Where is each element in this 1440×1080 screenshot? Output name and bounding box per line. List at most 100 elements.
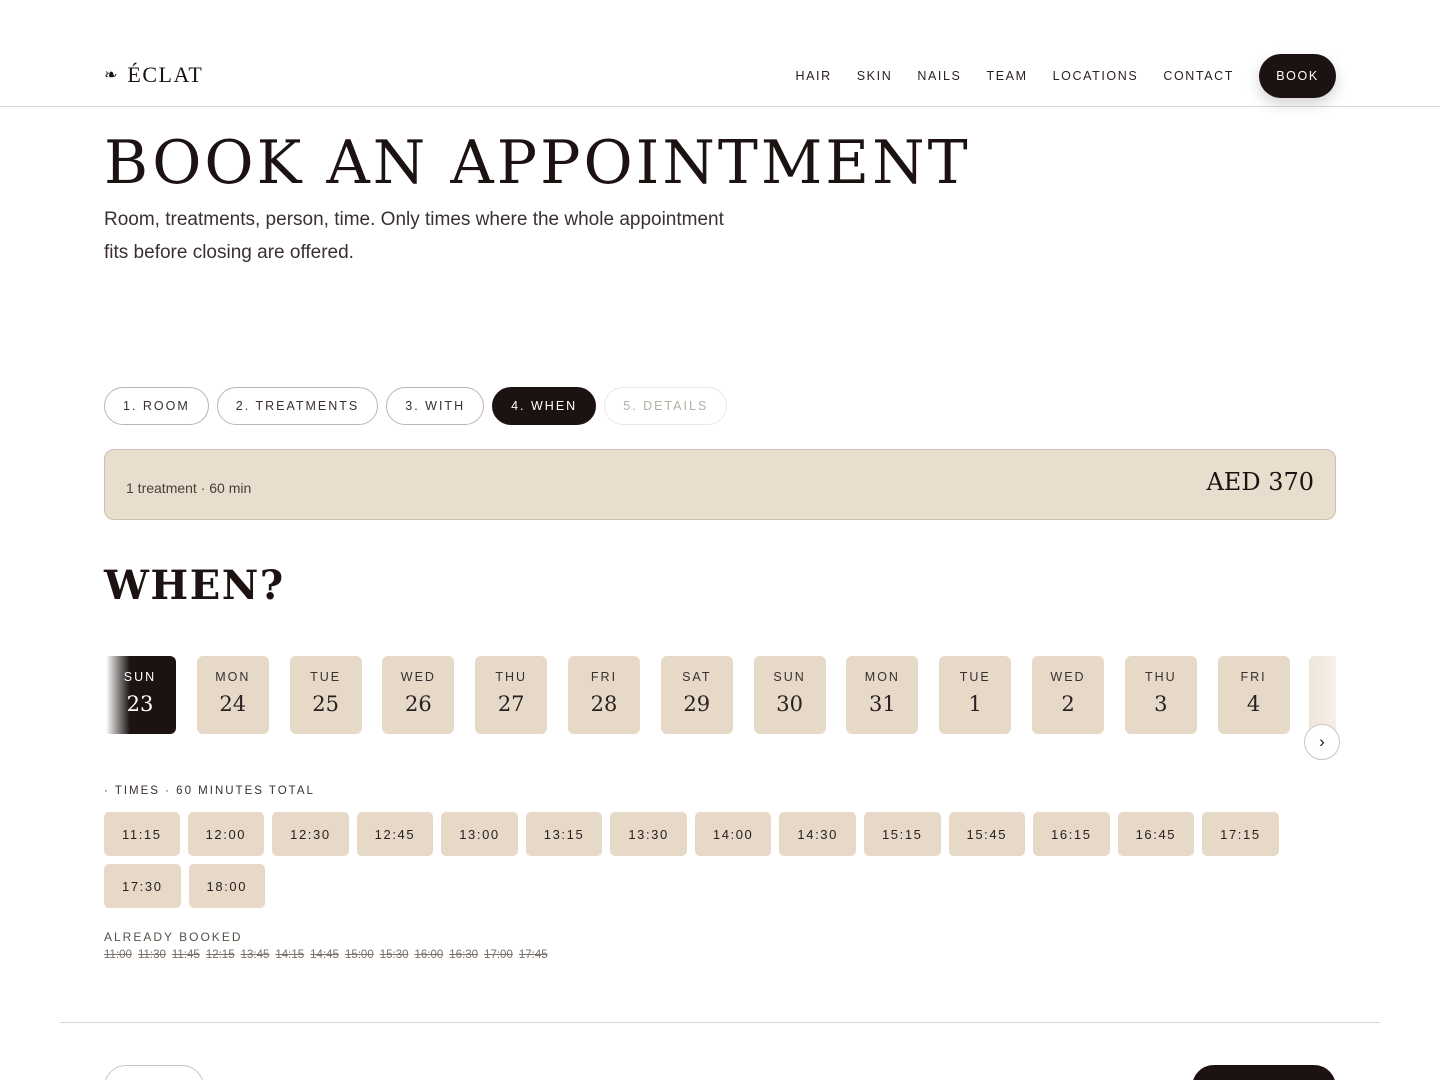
time-slot[interactable]: 14:00 xyxy=(694,812,772,856)
nav-nails[interactable]: NAILS xyxy=(917,69,961,83)
nav-locations[interactable]: LOCATIONS xyxy=(1053,69,1139,83)
already-booked-label: ALREADY BOOKED xyxy=(104,930,243,944)
day-number: 30 xyxy=(776,692,803,716)
time-slot-grid: 11:15 12:00 12:30 12:45 13:00 13:15 13:30 14:00… xyxy=(104,812,1284,908)
time-slot[interactable]: 15:15 xyxy=(863,812,941,856)
day-weekday: THU xyxy=(495,670,528,684)
booked-time: 11:30 xyxy=(137,949,166,961)
day-sun-23[interactable]: SUN 23 xyxy=(104,656,176,734)
main-nav: HAIR SKIN NAILS TEAM LOCATIONS CONTACT B… xyxy=(770,54,1336,98)
time-slot[interactable]: 13:15 xyxy=(525,812,603,856)
day-card-partial xyxy=(1309,656,1336,734)
day-fri-28[interactable]: FRI 28 xyxy=(568,656,640,734)
booked-time: 15:30 xyxy=(379,949,409,961)
summary-price: AED 370 xyxy=(1206,468,1314,496)
logo-text: ÉCLAT xyxy=(127,62,204,87)
page-title: BOOK AN APPOINTMENT xyxy=(104,128,971,198)
day-number: 24 xyxy=(219,692,247,716)
day-wed-26[interactable]: WED 26 xyxy=(382,656,455,734)
booked-time: 13:45 xyxy=(240,949,270,961)
day-number: 26 xyxy=(405,692,432,716)
day-weekday: FRI xyxy=(590,670,618,684)
booked-time: 16:30 xyxy=(449,949,479,961)
nav-team[interactable]: TEAM xyxy=(986,69,1027,83)
back-button[interactable] xyxy=(104,1065,204,1080)
day-tue-1[interactable]: TUE 1 xyxy=(939,656,1012,734)
day-sun-30[interactable]: SUN 30 xyxy=(753,656,826,734)
day-thu-3[interactable]: THU 3 xyxy=(1124,656,1197,734)
day-thu-27[interactable]: THU 27 xyxy=(475,656,548,734)
day-weekday: THU xyxy=(1144,670,1177,684)
day-weekday: MON xyxy=(215,670,251,684)
footer-divider xyxy=(60,1022,1380,1023)
time-slot[interactable]: 18:00 xyxy=(188,864,266,908)
time-slot[interactable]: 12:45 xyxy=(356,812,434,856)
booked-time: 16:00 xyxy=(414,949,444,961)
day-tue-25[interactable]: TUE 25 xyxy=(289,656,362,734)
booking-steps: 1. ROOM 2. TREATMENTS 3. WITH 4. WHEN 5.… xyxy=(104,387,728,425)
page-subtitle: Room, treatments, person, time. Only tim… xyxy=(104,209,724,263)
time-slot[interactable]: 14:30 xyxy=(779,812,856,856)
day-number: 27 xyxy=(497,692,525,716)
step-treatments[interactable]: 2. TREATMENTS xyxy=(216,387,379,425)
day-sat-29[interactable]: SAT 29 xyxy=(660,656,733,734)
nav-contact[interactable]: CONTACT xyxy=(1163,69,1234,83)
site-header: ❧ ÉCLAT HAIR SKIN NAILS TEAM LOCATIONS C… xyxy=(0,0,1440,107)
time-slot[interactable]: 16:15 xyxy=(1033,812,1110,856)
book-button[interactable]: BOOK xyxy=(1259,54,1336,98)
time-slot[interactable]: 13:30 xyxy=(610,812,687,856)
day-weekday: WED xyxy=(1050,670,1086,684)
step-details: 5. DETAILS xyxy=(604,387,728,425)
day-number: 2 xyxy=(1061,692,1075,716)
day-fri-4[interactable]: FRI 4 xyxy=(1217,656,1290,734)
day-number: 29 xyxy=(683,692,711,716)
day-number: 23 xyxy=(126,692,154,716)
booked-time: 11:45 xyxy=(171,949,200,961)
day-weekday: TUE xyxy=(310,670,342,684)
time-slot[interactable]: 11:15 xyxy=(104,812,180,856)
time-slot[interactable]: 15:45 xyxy=(948,812,1026,856)
day-weekday: SUN xyxy=(123,670,157,684)
time-slot[interactable]: 12:30 xyxy=(272,812,349,856)
booked-time: 14:45 xyxy=(310,949,339,961)
booked-time: 12:15 xyxy=(205,949,235,961)
continue-button[interactable] xyxy=(1192,1065,1336,1080)
logo-leaf-icon: ❧ xyxy=(104,67,118,84)
day-number: 1 xyxy=(968,692,982,716)
nav-skin[interactable]: SKIN xyxy=(857,69,893,83)
when-heading: WHEN? xyxy=(104,562,285,609)
logo[interactable]: ❧ ÉCLAT xyxy=(104,62,203,88)
booked-time: 17:45 xyxy=(518,949,548,961)
step-with[interactable]: 3. WITH xyxy=(386,387,485,425)
times-label: · TIMES · 60 MINUTES TOTAL xyxy=(104,785,315,797)
booked-time: 15:00 xyxy=(344,949,374,961)
time-slot[interactable]: 17:30 xyxy=(104,864,181,908)
day-mon-24[interactable]: MON 24 xyxy=(196,656,269,734)
booked-time: 17:00 xyxy=(484,949,513,961)
booking-summary: 1 treatment · 60 min AED 370 xyxy=(104,449,1336,520)
time-slot[interactable]: 13:00 xyxy=(441,812,518,856)
time-slot[interactable]: 17:15 xyxy=(1202,812,1279,856)
day-number: 4 xyxy=(1246,692,1261,716)
booked-time: 14:15 xyxy=(275,949,305,961)
day-mon-31[interactable]: MON 31 xyxy=(846,656,919,734)
step-room[interactable]: 1. ROOM xyxy=(104,387,209,425)
day-number: 28 xyxy=(590,692,618,716)
day-picker: SUN 23 MON 24 TUE 25 WED 26 THU 27 FRI 28 SAT 29 SUN 30… xyxy=(104,656,1336,736)
booked-times-list: 11:00 11:30 11:45 12:15 13:45 14:15 14:45 15:00… xyxy=(104,949,548,961)
day-number: 25 xyxy=(312,692,339,716)
day-number: 3 xyxy=(1154,692,1168,716)
step-when[interactable]: 4. WHEN xyxy=(492,387,597,425)
day-weekday: SAT xyxy=(682,670,712,684)
day-weekday: FRI xyxy=(1240,670,1267,684)
next-days-button[interactable]: › xyxy=(1304,724,1340,760)
day-wed-2[interactable]: WED 2 xyxy=(1032,656,1104,734)
time-slot[interactable]: 16:45 xyxy=(1117,812,1195,856)
nav-hair[interactable]: HAIR xyxy=(795,69,831,83)
day-weekday: MON xyxy=(864,670,900,684)
time-slot[interactable]: 12:00 xyxy=(187,812,265,856)
day-weekday: TUE xyxy=(959,670,991,684)
booked-time: 11:00 xyxy=(104,949,132,961)
day-weekday: WED xyxy=(400,670,436,684)
summary-treatment-count: 1 treatment · 60 min xyxy=(126,480,252,496)
